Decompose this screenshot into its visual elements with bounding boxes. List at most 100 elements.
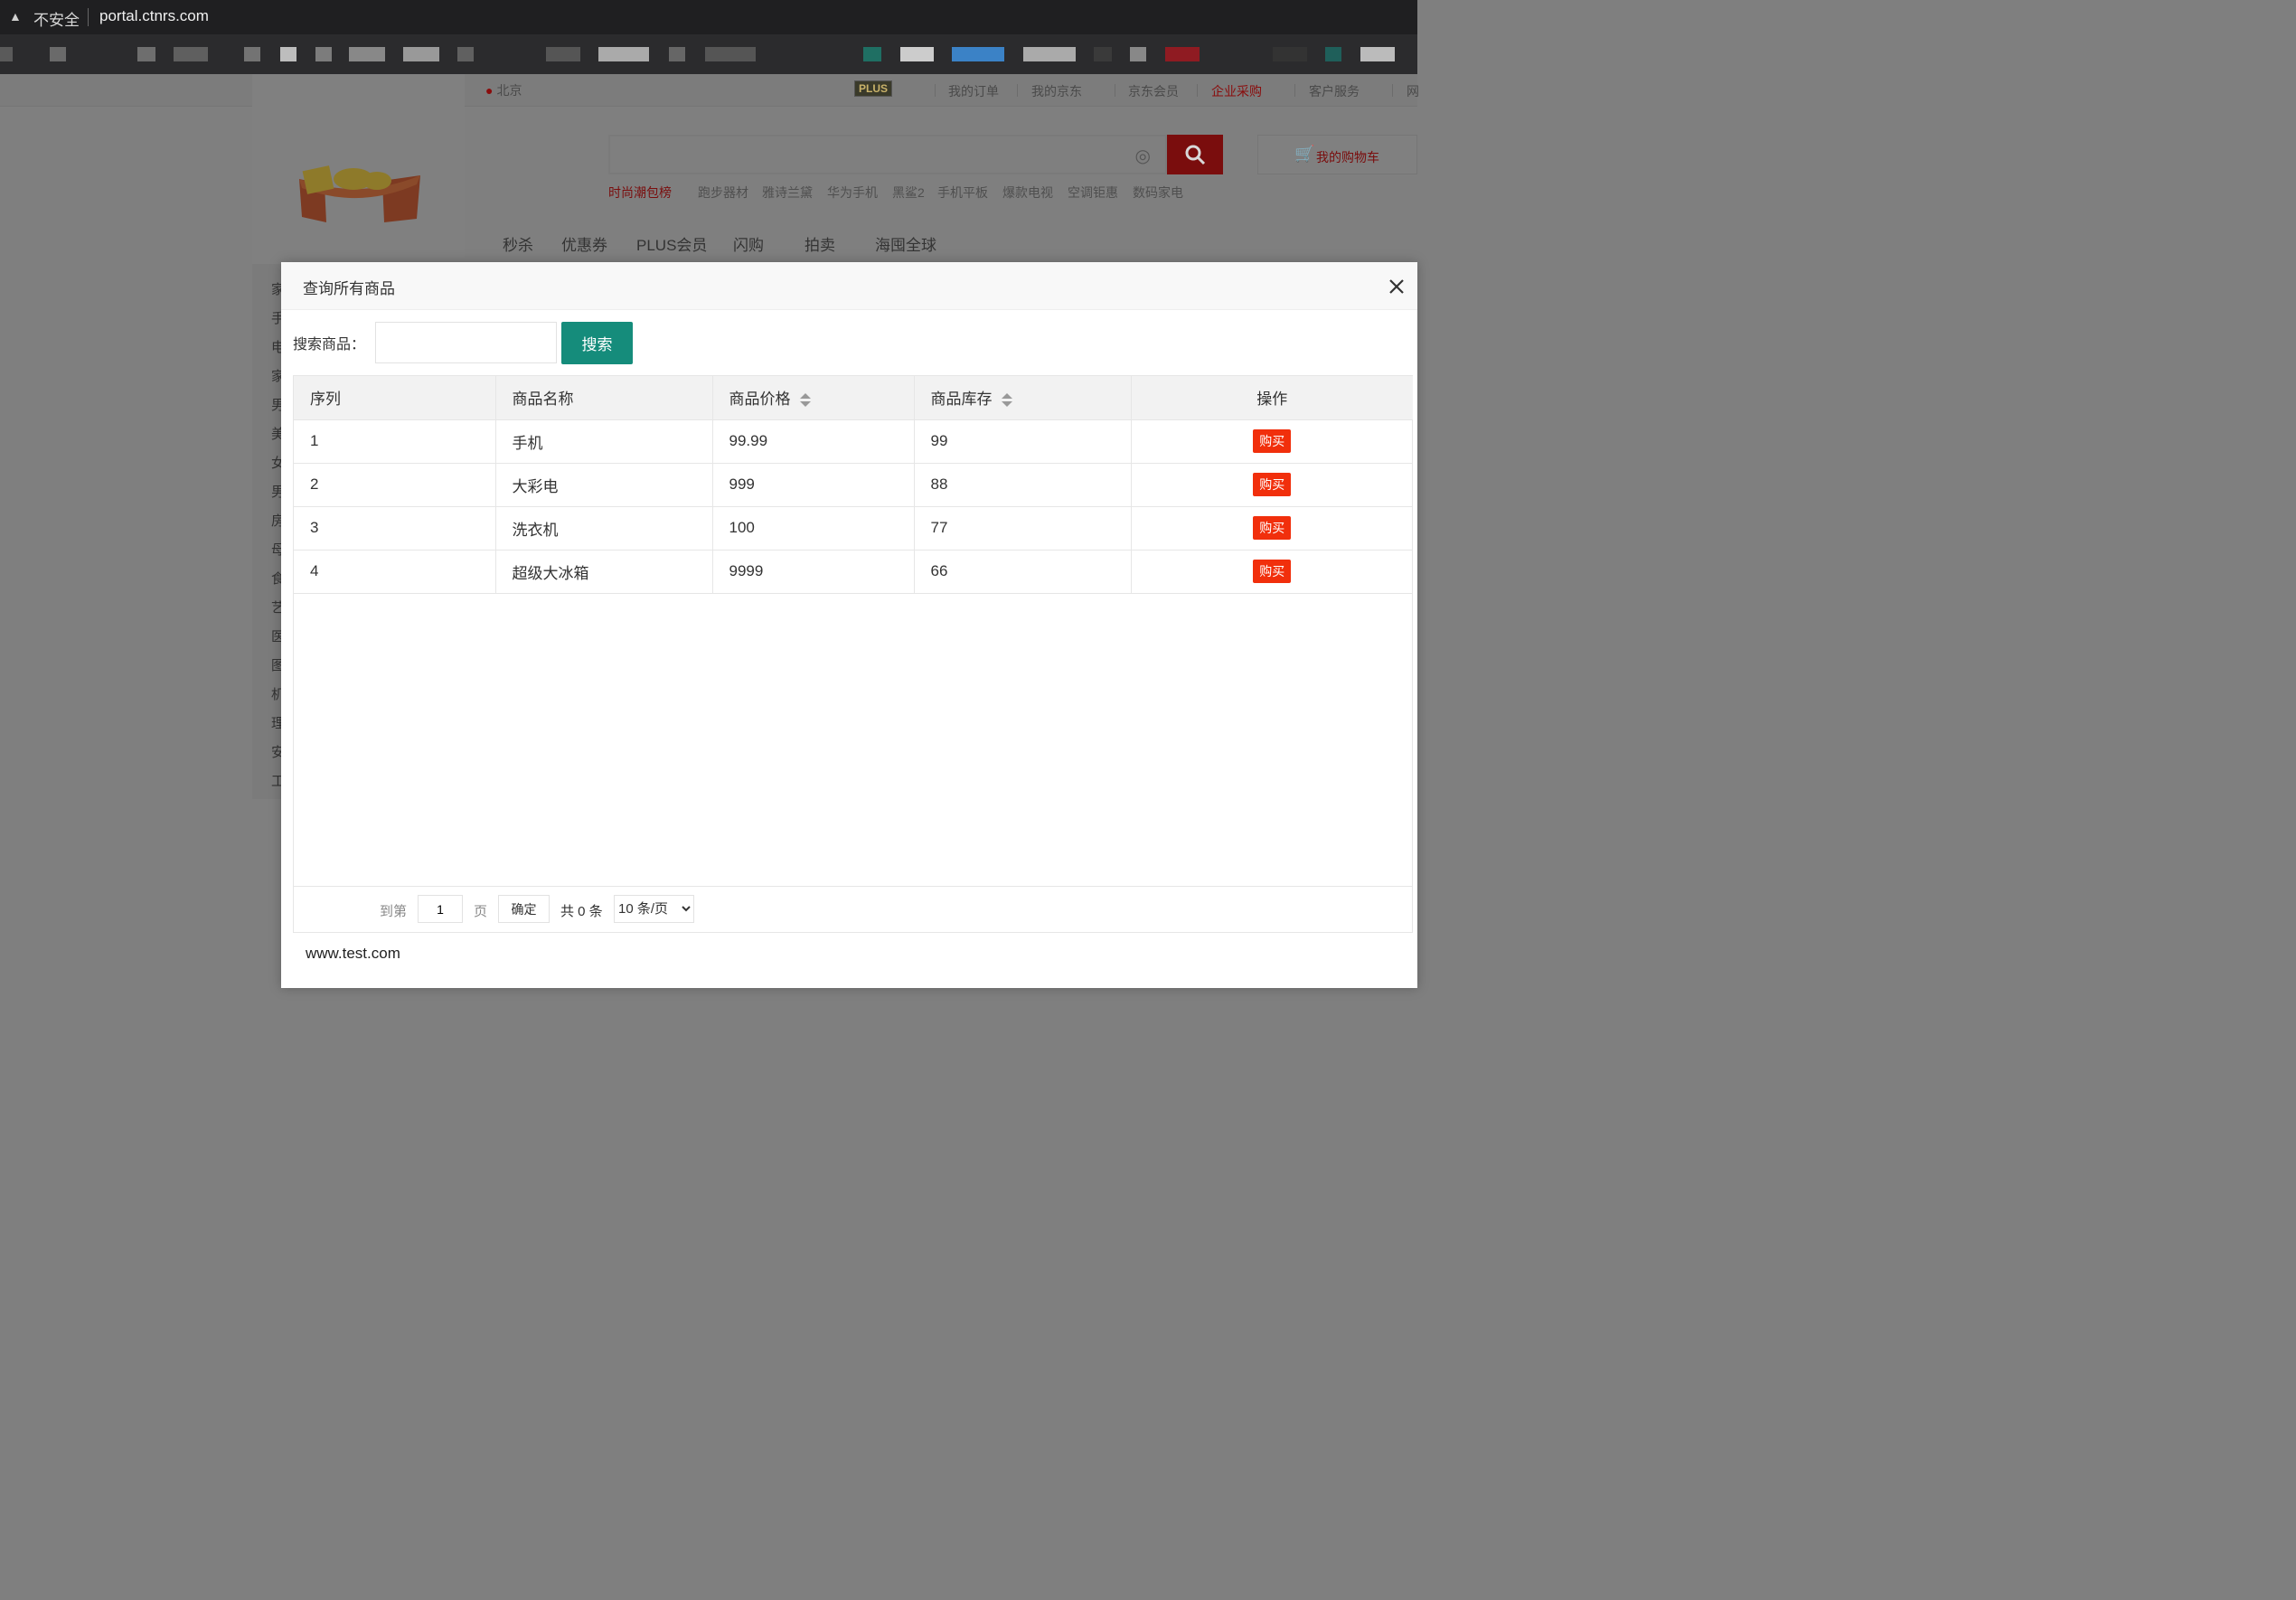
column-header-name: 商品名称 [495, 376, 713, 420]
cell-name: 大彩电 [495, 463, 713, 507]
bookmark-item[interactable] [1094, 47, 1112, 61]
cell-actions: 购买 [1131, 506, 1413, 551]
security-label[interactable]: 不安全 [33, 7, 80, 30]
location-pin-icon: ● [485, 83, 494, 98]
bookmark-item[interactable] [349, 47, 385, 61]
bookmark-item[interactable] [900, 47, 934, 61]
site-logo[interactable] [252, 74, 465, 264]
top-link-more[interactable]: 网 [1407, 82, 1419, 100]
product-query-dialog: 查询所有商品 搜索商品： 搜索 序列 商品名称 商品价格 商品库存 操作 1 手… [281, 262, 1417, 988]
sort-icon[interactable] [799, 392, 811, 408]
dialog-header: 查询所有商品 [281, 262, 1417, 310]
footer-domain: www.test.com [306, 945, 400, 962]
confirm-page-button[interactable]: 确定 [498, 895, 550, 923]
bookmark-item[interactable] [403, 47, 439, 61]
pagination-bar: 到第 页 确定 共 0 条 10 条/页 [293, 886, 1413, 933]
buy-button[interactable]: 购买 [1253, 473, 1292, 496]
bookmark-item[interactable] [952, 47, 1004, 61]
category-nav-auction[interactable]: 拍卖 [805, 232, 835, 255]
bookmark-item[interactable] [1165, 47, 1200, 61]
category-nav-coupon[interactable]: 优惠券 [561, 232, 607, 255]
cell-stock: 99 [914, 419, 1132, 464]
bookmark-item[interactable] [280, 47, 296, 61]
bookmark-item[interactable] [244, 47, 260, 61]
dialog-title: 查询所有商品 [303, 280, 395, 297]
cart-button[interactable]: 🛒 我的购物车 [1257, 135, 1417, 174]
page-size-select[interactable]: 10 条/页 [614, 895, 694, 923]
portal-topbar: ● 北京 PLUS 我的订单 我的京东 京东会员 企业采购 客户服务 网 [0, 74, 1419, 107]
bookmark-item[interactable] [315, 47, 332, 61]
logo-illustration-icon [299, 165, 420, 222]
warning-icon: ▲ [9, 9, 22, 24]
hot-word-link[interactable]: 数码家电 [1133, 184, 1183, 202]
category-nav-flash[interactable]: 闪购 [733, 232, 764, 255]
address-divider [88, 8, 89, 26]
cart-icon: 🛒 [1294, 145, 1315, 163]
cell-name: 手机 [495, 419, 713, 464]
table-row: 2 大彩电 999 88 购买 [294, 463, 1413, 507]
plus-badge[interactable]: PLUS [854, 80, 893, 97]
hot-word-link[interactable]: 黑鲨2 [892, 184, 925, 202]
column-header-stock[interactable]: 商品库存 [914, 376, 1132, 420]
bookmark-item[interactable] [1360, 47, 1395, 61]
buy-button[interactable]: 购买 [1253, 560, 1292, 583]
hot-word-link[interactable]: 跑步器材 [698, 184, 748, 202]
close-icon[interactable] [1387, 277, 1407, 296]
top-link-orders[interactable]: 我的订单 [948, 82, 999, 100]
hot-word-link[interactable]: 爆款电视 [1002, 184, 1053, 202]
divider [1197, 84, 1198, 97]
hot-word-link[interactable]: 时尚潮包榜 [608, 184, 672, 202]
cart-label: 我的购物车 [1316, 150, 1379, 165]
top-link-membership[interactable]: 京东会员 [1128, 82, 1179, 100]
divider [1017, 84, 1018, 97]
sort-icon[interactable] [1001, 392, 1012, 408]
cell-price: 9999 [712, 550, 915, 594]
search-button[interactable]: 搜索 [561, 322, 633, 364]
category-nav-global[interactable]: 海囤全球 [875, 232, 936, 255]
buy-button[interactable]: 购买 [1253, 516, 1292, 540]
hot-word-link[interactable]: 雅诗兰黛 [762, 184, 813, 202]
page-number-input[interactable] [418, 895, 463, 923]
location-label: 北京 [496, 83, 522, 98]
buy-button[interactable]: 购买 [1253, 429, 1292, 453]
bookmark-item[interactable] [598, 47, 649, 61]
top-link-my-jd[interactable]: 我的京东 [1031, 82, 1082, 100]
category-nav-seckill[interactable]: 秒杀 [503, 232, 533, 255]
bookmark-item[interactable] [863, 47, 881, 61]
cell-index: 3 [294, 506, 496, 551]
bookmark-item[interactable] [705, 47, 756, 61]
bookmark-item[interactable] [174, 47, 208, 61]
cell-actions: 购买 [1131, 463, 1413, 507]
portal-search-button[interactable] [1167, 135, 1223, 174]
hot-word-link[interactable]: 手机平板 [937, 184, 988, 202]
top-link-service[interactable]: 客户服务 [1309, 82, 1360, 100]
location-selector[interactable]: ● 北京 [485, 81, 522, 99]
bookmark-item[interactable] [546, 47, 580, 61]
bookmark-item[interactable] [457, 47, 474, 61]
camera-icon[interactable]: ◎ [1135, 145, 1151, 167]
column-header-price[interactable]: 商品价格 [712, 376, 915, 420]
left-category-menu: 家 手 电 家 男 美 女 男 房 母 食 艺 医 图 机 理 安 工 [252, 264, 285, 799]
cell-name: 洗衣机 [495, 506, 713, 551]
cell-price: 100 [712, 506, 915, 551]
bookmark-item[interactable] [669, 47, 685, 61]
cell-index: 4 [294, 550, 496, 594]
hot-word-link[interactable]: 空调钜惠 [1068, 184, 1118, 202]
cell-name: 超级大冰箱 [495, 550, 713, 594]
portal-search-input[interactable]: ◎ [608, 135, 1167, 174]
bookmark-item[interactable] [1273, 47, 1307, 61]
bookmark-item[interactable] [1325, 47, 1341, 61]
bookmark-item[interactable] [0, 47, 13, 61]
category-nav-plus[interactable]: PLUS会员 [636, 232, 707, 255]
top-link-enterprise[interactable]: 企业采购 [1211, 82, 1262, 100]
hot-word-link[interactable]: 华为手机 [827, 184, 878, 202]
bookmark-item[interactable] [137, 47, 155, 61]
column-header-actions: 操作 [1131, 376, 1413, 420]
bookmark-item[interactable] [50, 47, 66, 61]
product-search-input[interactable] [375, 322, 557, 363]
url-text[interactable]: portal.ctnrs.com [99, 7, 209, 25]
cell-actions: 购买 [1131, 550, 1413, 594]
bookmark-item[interactable] [1023, 47, 1076, 61]
divider [1392, 84, 1393, 97]
bookmark-item[interactable] [1130, 47, 1146, 61]
